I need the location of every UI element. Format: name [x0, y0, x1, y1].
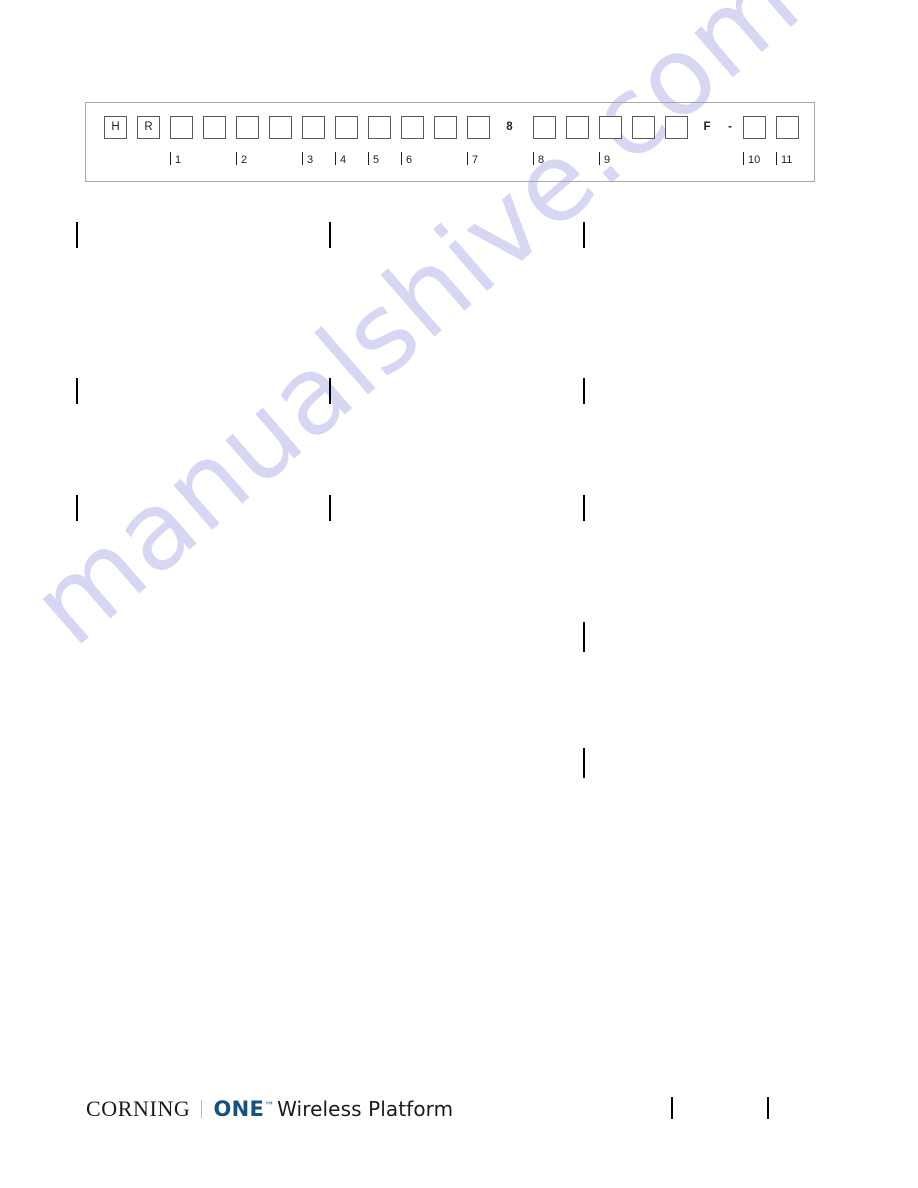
pn-cell-prefix-h[interactable]: H — [104, 116, 127, 139]
pn-cell-blank-7[interactable] — [368, 116, 391, 139]
pn-cell-blank-13[interactable] — [599, 116, 622, 139]
pn-cell-blank-10[interactable] — [467, 116, 490, 139]
pn-callout-label: 8 — [538, 154, 545, 166]
pn-callout-tick-icon — [743, 152, 744, 165]
paragraph-mark — [583, 495, 585, 521]
pn-callout-label: 9 — [604, 154, 611, 166]
pn-callout-5: 5 — [368, 151, 379, 169]
pn-callout-6: 6 — [401, 151, 412, 169]
pn-callout-tick-icon — [302, 152, 303, 165]
document-page: H R 8 F - 1 2 3 4 5 6 7 8 9 10 11 CORNIN… — [0, 0, 918, 1188]
paragraph-mark — [76, 495, 78, 521]
pn-callout-label: 1 — [175, 154, 182, 166]
pn-callout-7: 7 — [467, 151, 478, 169]
pn-callout-10: 10 — [743, 151, 760, 169]
pn-callout-label: 10 — [748, 154, 761, 166]
pn-callout-label: 2 — [241, 154, 248, 166]
pn-callout-label: 4 — [340, 154, 347, 166]
paragraph-mark — [583, 748, 585, 778]
pn-callout-tick-icon — [170, 152, 171, 165]
pn-callout-tick-icon — [401, 152, 402, 165]
paragraph-mark — [329, 378, 331, 404]
pn-callout-tick-icon — [368, 152, 369, 165]
brand-one-wordmark: ONE — [213, 1097, 265, 1121]
paragraph-mark — [76, 222, 78, 248]
pn-cell-blank-3[interactable] — [236, 116, 259, 139]
brand-corning-wordmark: CORNING — [86, 1096, 191, 1121]
paragraph-mark — [329, 222, 331, 248]
paragraph-mark — [583, 222, 585, 248]
pn-suffix-letter: F — [703, 121, 711, 133]
paragraph-mark — [76, 378, 78, 404]
pn-callout-tick-icon — [335, 152, 336, 165]
pn-callout-9: 9 — [599, 151, 610, 169]
paragraph-mark — [583, 622, 585, 652]
pn-cell-blank-17[interactable] — [776, 116, 799, 139]
pn-cell-prefix-r[interactable]: R — [137, 116, 160, 139]
pn-cell-blank-6[interactable] — [335, 116, 358, 139]
pn-cell-blank-14[interactable] — [632, 116, 655, 139]
pn-cell-blank-11[interactable] — [533, 116, 556, 139]
pn-cell-blank-9[interactable] — [434, 116, 457, 139]
brand-product-name: Wireless Platform — [277, 1097, 454, 1121]
pn-callout-label: 3 — [307, 154, 314, 166]
pn-cell-blank-1[interactable] — [170, 116, 193, 139]
footer-mark — [671, 1097, 673, 1119]
pn-callout-tick-icon — [467, 152, 468, 165]
pn-callout-tick-icon — [599, 152, 600, 165]
part-number-diagram: H R 8 F - 1 2 3 4 5 6 7 8 9 10 11 — [85, 102, 815, 182]
pn-callout-4: 4 — [335, 151, 346, 169]
pn-fixed-digit: 8 — [506, 121, 513, 133]
brand-divider — [201, 1100, 203, 1118]
footer-mark — [767, 1097, 769, 1119]
pn-callout-2: 2 — [236, 151, 247, 169]
pn-cell-blank-15[interactable] — [665, 116, 688, 139]
page-footer: CORNING ONE ™ Wireless Platform — [0, 1088, 918, 1138]
pn-suffix-dash: - — [728, 121, 732, 133]
pn-callout-tick-icon — [533, 152, 534, 165]
corning-brand-logo: CORNING ONE ™ Wireless Platform — [86, 1096, 453, 1122]
pn-callout-11: 11 — [776, 151, 792, 169]
trademark-icon: ™ — [264, 1101, 275, 1112]
pn-callout-tick-icon — [236, 152, 237, 165]
pn-callout-1: 1 — [170, 151, 181, 169]
pn-callout-3: 3 — [302, 151, 313, 169]
pn-callout-label: 11 — [781, 154, 793, 166]
pn-callout-tick-icon — [776, 152, 777, 165]
pn-cell-blank-5[interactable] — [302, 116, 325, 139]
pn-callout-8: 8 — [533, 151, 544, 169]
pn-cell-blank-16[interactable] — [743, 116, 766, 139]
pn-cell-blank-8[interactable] — [401, 116, 424, 139]
paragraph-mark — [329, 495, 331, 521]
pn-cell-blank-2[interactable] — [203, 116, 226, 139]
pn-callout-label: 5 — [373, 154, 380, 166]
pn-callout-label: 6 — [406, 154, 413, 166]
pn-cell-blank-12[interactable] — [566, 116, 589, 139]
pn-callout-label: 7 — [472, 154, 479, 166]
pn-cell-blank-4[interactable] — [269, 116, 292, 139]
paragraph-mark — [583, 378, 585, 404]
